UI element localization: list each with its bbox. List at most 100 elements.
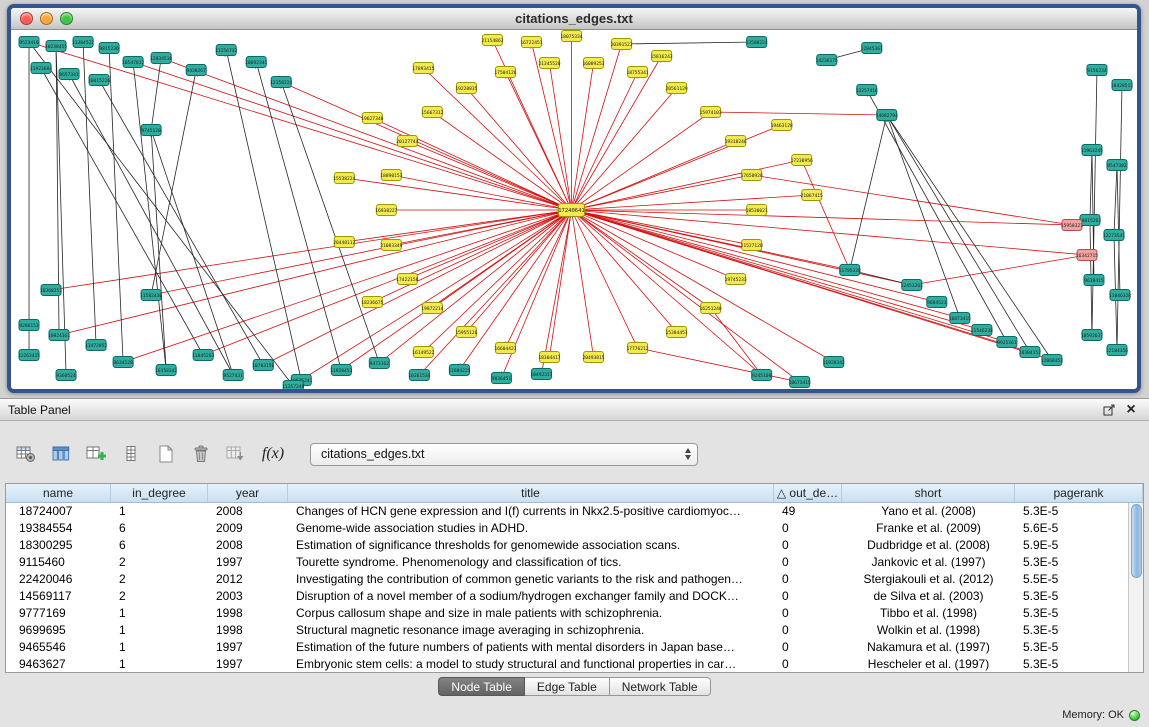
graph-node[interactable]: 14682794: [876, 110, 898, 121]
graph-node[interactable]: 10692341: [245, 57, 267, 68]
graph-node[interactable]: 19463128: [771, 120, 793, 131]
graph-node[interactable]: 17422158: [396, 274, 418, 285]
graph-node[interactable]: 9438267: [186, 65, 206, 76]
graph-edge[interactable]: [391, 175, 571, 210]
graph-node[interactable]: 12845361: [861, 43, 883, 54]
graph-node[interactable]: 11928342: [823, 357, 845, 368]
graph-node[interactable]: 18530021: [746, 205, 768, 216]
column-header-title[interactable]: title: [288, 484, 774, 502]
graph-node[interactable]: 9925361: [997, 337, 1017, 348]
table-row[interactable]: 969969511998Structural magnetic resonanc…: [6, 622, 1128, 639]
graph-edge[interactable]: [281, 82, 571, 210]
graph-node[interactable]: 12068453: [1041, 355, 1063, 366]
graph-edge[interactable]: [571, 125, 781, 210]
graph-node[interactable]: 10238455: [45, 41, 67, 52]
graph-edge[interactable]: [638, 348, 800, 382]
graph-node[interactable]: 15955126: [455, 327, 477, 338]
table-row[interactable]: 946362711997Embryonic stem cells: a mode…: [6, 656, 1128, 672]
graph-node[interactable]: 18755341: [626, 67, 648, 78]
graph-node[interactable]: 16604423: [494, 343, 516, 354]
graph-edge[interactable]: [571, 210, 1006, 342]
table-vertical-scrollbar[interactable]: [1128, 503, 1143, 672]
graph-node[interactable]: 9368524: [56, 370, 76, 381]
graph-node[interactable]: 19220835: [455, 83, 477, 94]
graph-node[interactable]: 10592637: [1081, 330, 1103, 341]
graph-node[interactable]: 9836451: [491, 373, 511, 384]
graph-edge[interactable]: [1114, 165, 1117, 235]
graph-node[interactable]: 9634128: [113, 357, 133, 368]
graph-edge[interactable]: [571, 210, 833, 362]
graph-node[interactable]: 11546238: [971, 325, 993, 336]
graph-edge[interactable]: [59, 210, 571, 335]
graph-edge[interactable]: [571, 210, 761, 375]
graph-edge[interactable]: [29, 42, 571, 210]
graph-edge[interactable]: [571, 210, 799, 382]
graph-node[interactable]: 10924361: [48, 330, 70, 341]
graph-edge[interactable]: [341, 210, 571, 370]
graph-node[interactable]: 10783156: [252, 360, 274, 371]
graph-node[interactable]: 10261534: [408, 370, 430, 381]
graph-node[interactable]: 20493815: [582, 352, 604, 363]
graph-node[interactable]: 11684225: [448, 365, 470, 376]
graph-edge[interactable]: [571, 72, 637, 210]
graph-node[interactable]: 9815236: [99, 43, 119, 54]
graph-edge[interactable]: [850, 115, 887, 270]
graph-edge[interactable]: [571, 210, 751, 245]
graph-node[interactable]: 9286153: [19, 320, 39, 331]
graph-node[interactable]: 20391522: [610, 39, 632, 50]
tab-node-table[interactable]: Node Table: [438, 677, 525, 696]
table-row[interactable]: 2242004622012Investigating the contribut…: [6, 571, 1128, 588]
graph-node[interactable]: 10673415: [789, 377, 811, 388]
graph-edge[interactable]: [571, 56, 661, 210]
graph-node[interactable]: 20127744: [396, 136, 418, 147]
graph-node[interactable]: 15816243: [651, 51, 673, 62]
graph-node[interactable]: 12184356: [1106, 345, 1128, 356]
graph-node[interactable]: 16251240: [700, 303, 722, 314]
graph-edge[interactable]: [571, 210, 1071, 225]
graph-node[interactable]: 15384451: [666, 327, 688, 338]
graph-edge[interactable]: [256, 62, 341, 370]
graph-node[interactable]: 21083349: [380, 240, 402, 251]
add-column-button[interactable]: [82, 441, 110, 467]
graph-node[interactable]: 19627340: [361, 113, 383, 124]
graph-edge[interactable]: [133, 62, 571, 210]
graph-node[interactable]: 16149522: [412, 347, 434, 358]
graph-node[interactable]: 9657341: [59, 69, 79, 80]
graph-node[interactable]: 15667312: [421, 107, 443, 118]
column-header-out_de[interactable]: △ out_de…: [774, 484, 842, 502]
graph-edge[interactable]: [151, 210, 571, 295]
graph-edge[interactable]: [51, 210, 571, 290]
graph-edge[interactable]: [281, 82, 379, 363]
graph-node[interactable]: 9638415: [1084, 275, 1104, 286]
delete-table-button[interactable]: [187, 441, 215, 467]
graph-node[interactable]: 10368251: [40, 285, 62, 296]
graph-node[interactable]: 16722451: [520, 37, 542, 48]
graph-node[interactable]: 9684523: [927, 297, 947, 308]
graph-node[interactable]: 15958321: [1061, 220, 1083, 231]
graph-node[interactable]: 12263415: [18, 350, 40, 361]
graph-node[interactable]: 11304522: [72, 37, 94, 48]
graph-node[interactable]: 20561129: [666, 83, 688, 94]
graph-node[interactable]: 11928453: [330, 365, 352, 376]
graph-node[interactable]: 12158224: [270, 77, 292, 88]
table-selector-dropdown[interactable]: citations_edges.txt: [310, 443, 698, 466]
graph-edge[interactable]: [99, 80, 263, 365]
close-window-button[interactable]: [20, 12, 33, 25]
table-row[interactable]: 1938455462009Genome-wide association stu…: [6, 520, 1128, 537]
graph-edge[interactable]: [571, 210, 849, 270]
graph-node[interactable]: 14236175: [816, 55, 838, 66]
graph-node[interactable]: 11845263: [192, 350, 214, 361]
graph-edge[interactable]: [407, 141, 571, 210]
graph-node[interactable]: 12034518: [150, 53, 172, 64]
network-canvas[interactable]: 1724064118530021215271201974523316251240…: [11, 30, 1137, 389]
table-mode-button[interactable]: [12, 441, 40, 467]
graph-node[interactable]: 18236675: [361, 297, 383, 308]
graph-edge[interactable]: [1090, 150, 1092, 220]
graph-edge[interactable]: [571, 210, 637, 348]
graph-edge[interactable]: [109, 48, 123, 362]
graph-node[interactable]: 19318246: [725, 136, 747, 147]
graph-node[interactable]: 15538224: [333, 173, 355, 184]
graph-node[interactable]: 16089253: [582, 58, 604, 69]
column-header-in_degree[interactable]: in_degree: [111, 484, 208, 502]
graph-node[interactable]: 9245108: [752, 370, 772, 381]
